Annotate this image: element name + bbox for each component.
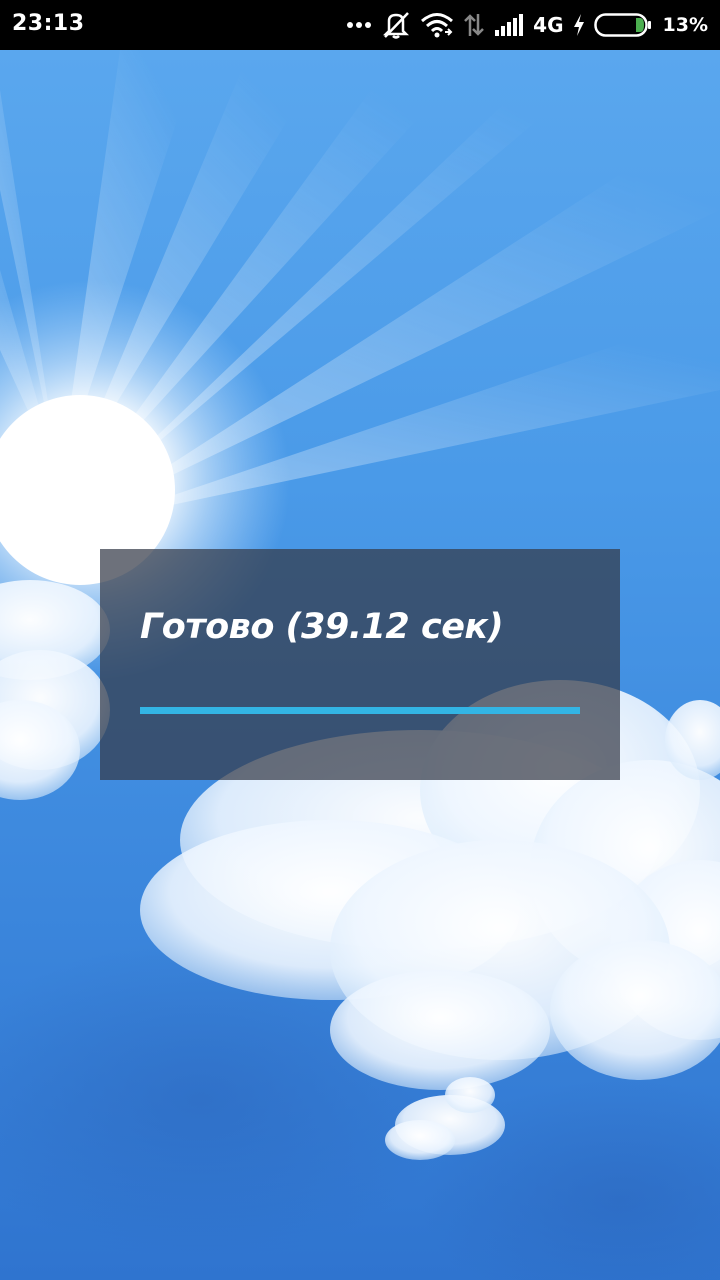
progress-fill [140,707,580,714]
data-arrows-icon [463,12,485,38]
status-bar: 23:13 4G 13% [0,0,720,50]
more-dots-icon [346,21,372,29]
dialog-title: Готово (39.12 сек) [140,607,504,647]
charging-bolt-icon [573,14,585,36]
wifi-icon [420,12,454,38]
screen: 23:13 4G 13% Готово (39.12 сек) [0,0,720,1280]
cloud-left [0,580,110,800]
network-type-label: 4G [533,13,564,37]
status-time: 23:13 [12,11,85,36]
battery-percent: 13% [662,14,708,36]
status-icons: 4G 13% [346,0,708,50]
battery-icon [593,13,652,37]
vibrate-off-icon [381,11,411,39]
signal-icon [494,13,524,37]
progress-dialog: Готово (39.12 сек) [100,549,620,780]
progress-bar [140,707,580,714]
